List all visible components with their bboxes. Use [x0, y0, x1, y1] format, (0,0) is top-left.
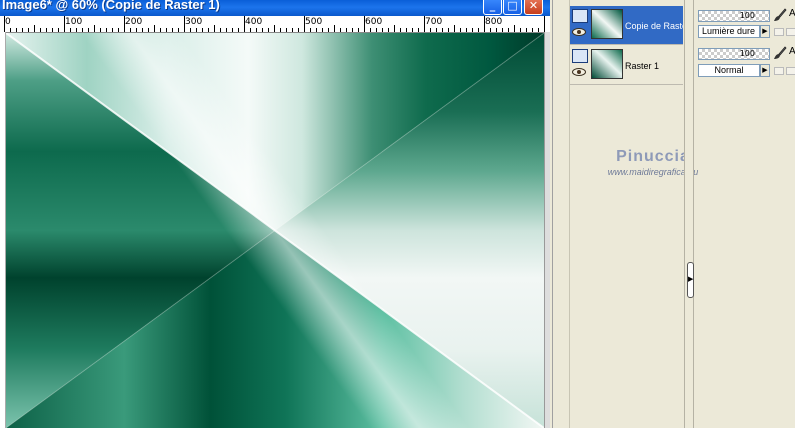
link-icon[interactable]	[786, 67, 795, 75]
image-window: Image6* @ 60% (Copie de Raster 1) _ □ ✕ …	[0, 0, 550, 428]
layer-properties: 100 A Lumière dure ▶ 100 A Normal ▶	[696, 0, 795, 428]
ruler-label: 100	[65, 17, 83, 27]
opacity-slider[interactable]: 100	[698, 48, 770, 60]
brush-icon[interactable]	[773, 46, 787, 60]
link-icon[interactable]	[786, 28, 795, 36]
ruler-label: 600	[365, 17, 383, 27]
blend-mode-select[interactable]: Lumière dure	[698, 25, 760, 38]
layer-divider	[570, 44, 683, 45]
vertical-scrollbar[interactable]	[544, 32, 550, 428]
brush-icon[interactable]	[773, 8, 787, 22]
ruler-label: 400	[245, 17, 263, 27]
opacity-value: 100	[739, 11, 755, 20]
ruler-label: 300	[185, 17, 203, 27]
blend-arrow-icon[interactable]: ▶	[760, 64, 770, 77]
ruler-label: 0	[5, 17, 11, 27]
layer-thumbnail	[591, 49, 623, 79]
ruler-label: 800	[485, 17, 503, 27]
layer-thumbnail	[591, 9, 623, 39]
raster-layer-icon	[572, 49, 588, 63]
close-button[interactable]: ✕	[524, 0, 543, 15]
image-canvas[interactable]	[6, 33, 544, 428]
layers-palette: Copie de Raster 1 Raster 1 Pinuccia www.…	[552, 0, 795, 428]
cut-label: A	[789, 46, 795, 57]
ruler-ticks	[4, 16, 545, 32]
window-titlebar[interactable]: Image6* @ 60% (Copie de Raster 1) _ □ ✕	[0, 0, 550, 16]
arrow-right-icon[interactable]: ▶	[687, 262, 694, 298]
raster-layer-icon	[572, 9, 588, 23]
blend-mode-select[interactable]: Normal	[698, 64, 760, 77]
ruler-label: 200	[125, 17, 143, 27]
lock-icon[interactable]	[774, 67, 784, 75]
opacity-value: 100	[739, 49, 755, 58]
lock-icon[interactable]	[774, 28, 784, 36]
ruler-label: 700	[425, 17, 443, 27]
layer-tree-column	[553, 0, 570, 428]
palette-splitter[interactable]: ▶	[684, 0, 694, 428]
horizontal-ruler: 0 100 200 300 400 500 600 700 800	[0, 16, 550, 33]
eye-icon[interactable]	[572, 28, 586, 36]
opacity-slider[interactable]: 100	[698, 10, 770, 22]
window-title: Image6* @ 60% (Copie de Raster 1)	[2, 0, 220, 12]
eye-icon[interactable]	[572, 68, 586, 76]
cut-label: A	[789, 8, 795, 19]
layer-name: Raster 1	[625, 61, 660, 71]
layer-name: Copie de Raster 1	[625, 21, 683, 31]
layer-row-raster-1[interactable]: Raster 1	[570, 46, 683, 84]
layer-divider	[570, 84, 683, 85]
ruler-label: 500	[305, 17, 323, 27]
minimize-button[interactable]: _	[483, 0, 502, 15]
blend-arrow-icon[interactable]: ▶	[760, 25, 770, 38]
maximize-button[interactable]: □	[503, 0, 522, 15]
layer-row-copie-de-raster-1[interactable]: Copie de Raster 1	[570, 6, 683, 44]
